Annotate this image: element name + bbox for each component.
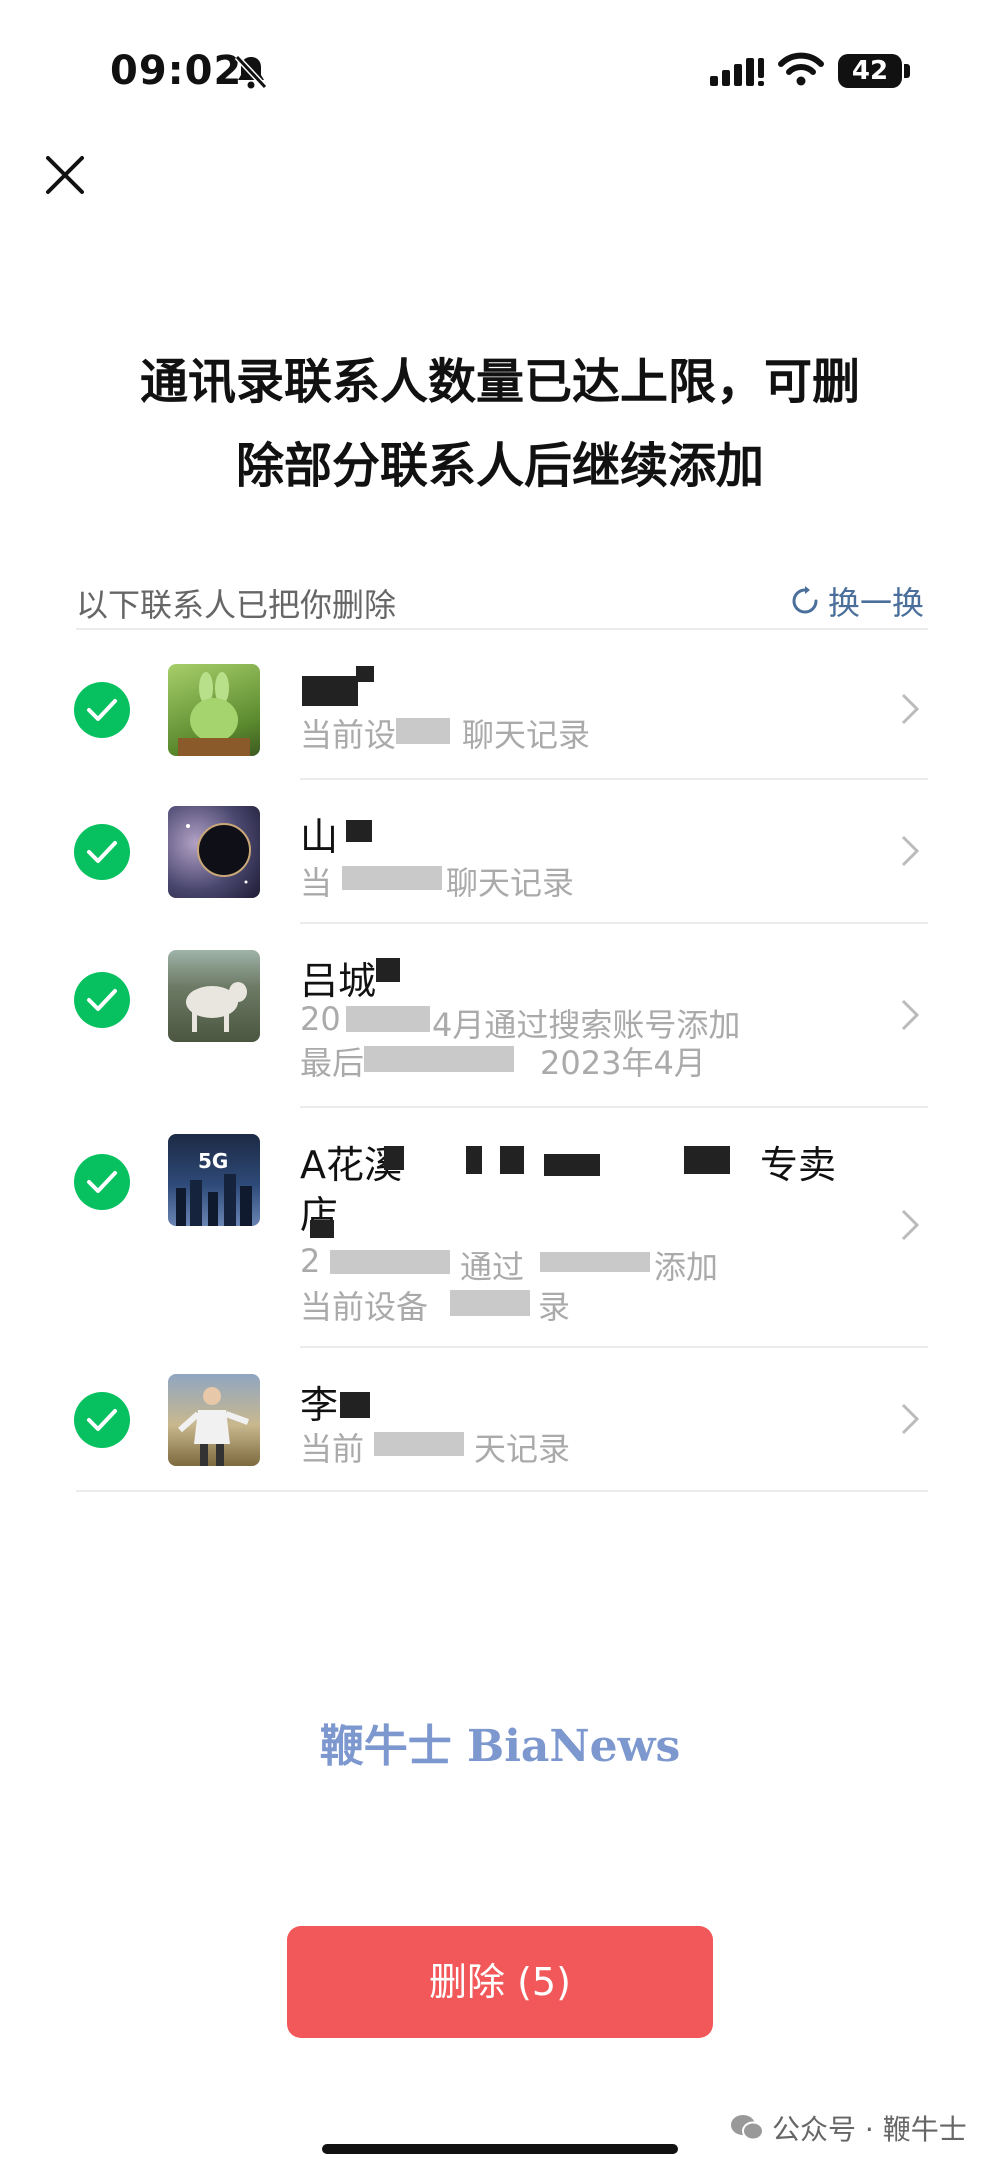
refresh-button[interactable]: 换一换 <box>790 578 924 624</box>
checkbox-checked[interactable] <box>74 1392 130 1448</box>
contact-detail-2: 当前设备 <box>300 1288 429 1326</box>
chevron-right-icon <box>901 835 920 867</box>
mosaic-blur <box>340 1392 370 1418</box>
avatar: 5G <box>168 1134 260 1226</box>
battery-level: 42 <box>838 54 902 88</box>
contact-row[interactable]: 李 当前 天记录 <box>0 1348 1000 1490</box>
mosaic-blur <box>544 1154 600 1176</box>
footer-credit: 公众号 · 鞭牛士 <box>730 2108 967 2148</box>
avatar-goat-icon <box>186 982 247 1032</box>
contact-detail-mid: 通过 <box>460 1248 525 1286</box>
checkbox-checked[interactable] <box>74 1154 130 1210</box>
mosaic-blur <box>384 1146 404 1170</box>
mosaic-blur <box>310 1220 334 1238</box>
status-bar: 09:02 42 <box>0 0 1000 150</box>
chevron-right-icon <box>901 1209 920 1241</box>
mosaic-blur <box>540 1252 650 1272</box>
check-icon <box>87 1409 117 1431</box>
bell-muted-icon <box>234 54 268 90</box>
contact-detail-tail: 聊天记录 <box>446 864 575 902</box>
refresh-icon <box>792 586 818 614</box>
contact-row[interactable]: 山 当 聊天记录 <box>0 780 1000 922</box>
mosaic-blur <box>346 820 372 842</box>
mosaic-blur <box>342 866 442 890</box>
check-icon <box>87 699 117 721</box>
mosaic-blur <box>500 1146 524 1174</box>
avatar-5g-city-icon: 5G <box>176 1149 252 1226</box>
watermark-logo: 鞭牛士 BiaNews <box>319 1721 681 1772</box>
contact-detail-tail: 聊天记录 <box>462 716 591 754</box>
mosaic-blur <box>450 1290 530 1316</box>
checkbox-checked[interactable] <box>74 972 130 1028</box>
avatar-rabbit-icon <box>178 672 250 756</box>
contact-detail: 当前 <box>300 1430 365 1468</box>
contact-row[interactable]: 当前设 聊天记录 <box>0 650 1000 778</box>
contact-detail-2-tail: 2023年4月 <box>540 1044 706 1082</box>
mosaic-blur <box>684 1146 730 1174</box>
avatar <box>168 664 260 756</box>
contact-detail: 2 <box>300 1242 321 1280</box>
contact-row[interactable]: 吕城 20 4月通过搜索账号添加 最后 2023年4月 <box>0 924 1000 1106</box>
avatar <box>168 950 260 1042</box>
wechat-icon <box>731 2115 764 2141</box>
page-title-line1: 通讯录联系人数量已达上限，可删 <box>139 354 860 410</box>
contact-name: 吕城 <box>300 959 377 1003</box>
contact-detail: 当 <box>300 864 333 902</box>
check-icon <box>87 1171 117 1193</box>
mosaic-blur <box>346 1006 430 1032</box>
check-icon <box>87 841 117 863</box>
chevron-right-icon <box>901 1403 920 1435</box>
mosaic-blur <box>374 1432 464 1456</box>
avatar-planet-icon <box>186 823 251 884</box>
contact-row[interactable]: 5G A花溪 专卖 店 2 通过 添加 当前设备 录 <box>0 1108 1000 1346</box>
contact-detail-2: 最后 <box>300 1044 365 1082</box>
mosaic-blur <box>466 1146 482 1174</box>
contact-name: 山 <box>300 815 339 859</box>
home-indicator[interactable] <box>322 2144 678 2154</box>
contact-detail: 20 <box>300 1000 341 1038</box>
avatar <box>168 806 260 898</box>
refresh-label: 换一换 <box>828 584 925 622</box>
checkbox-checked[interactable] <box>74 682 130 738</box>
battery-nub <box>904 64 910 78</box>
chevron-right-icon <box>901 999 920 1031</box>
contact-detail-tail: 天记录 <box>474 1430 571 1468</box>
mosaic-blur <box>396 718 450 744</box>
status-time: 09:02 <box>110 48 243 94</box>
signal-icon <box>710 58 764 86</box>
section-label: 以下联系人已把你删除 <box>76 586 397 624</box>
contact-name-tail: 专卖 <box>760 1143 837 1187</box>
wifi-icon <box>778 52 824 86</box>
avatar <box>168 1374 260 1466</box>
mosaic-blur <box>364 1046 514 1072</box>
svg-text:5G: 5G <box>198 1149 228 1173</box>
delete-button[interactable]: 删除 (5) <box>287 1926 713 2038</box>
page-title-line2: 除部分联系人后继续添加 <box>235 438 764 494</box>
mosaic-blur <box>376 958 400 982</box>
mosaic-blur <box>302 676 358 706</box>
contact-detail-tail: 添加 <box>654 1248 719 1286</box>
divider <box>76 1490 928 1492</box>
contact-name: 李 <box>300 1383 339 1427</box>
footer-credit-text: 公众号 · 鞭牛士 <box>772 2113 967 2146</box>
contact-detail: 当前设 <box>300 716 397 754</box>
check-icon <box>87 989 117 1011</box>
mosaic-blur <box>356 666 374 682</box>
checkbox-checked[interactable] <box>74 824 130 880</box>
page-title: 通讯录联系人数量已达上限，可删 除部分联系人后继续添加 <box>100 340 900 508</box>
avatar-person-icon <box>178 1387 250 1466</box>
close-icon[interactable] <box>40 150 90 200</box>
divider <box>76 628 928 630</box>
contact-detail-2-tail: 录 <box>538 1288 571 1326</box>
mosaic-blur <box>330 1250 450 1274</box>
chevron-right-icon <box>901 693 920 725</box>
